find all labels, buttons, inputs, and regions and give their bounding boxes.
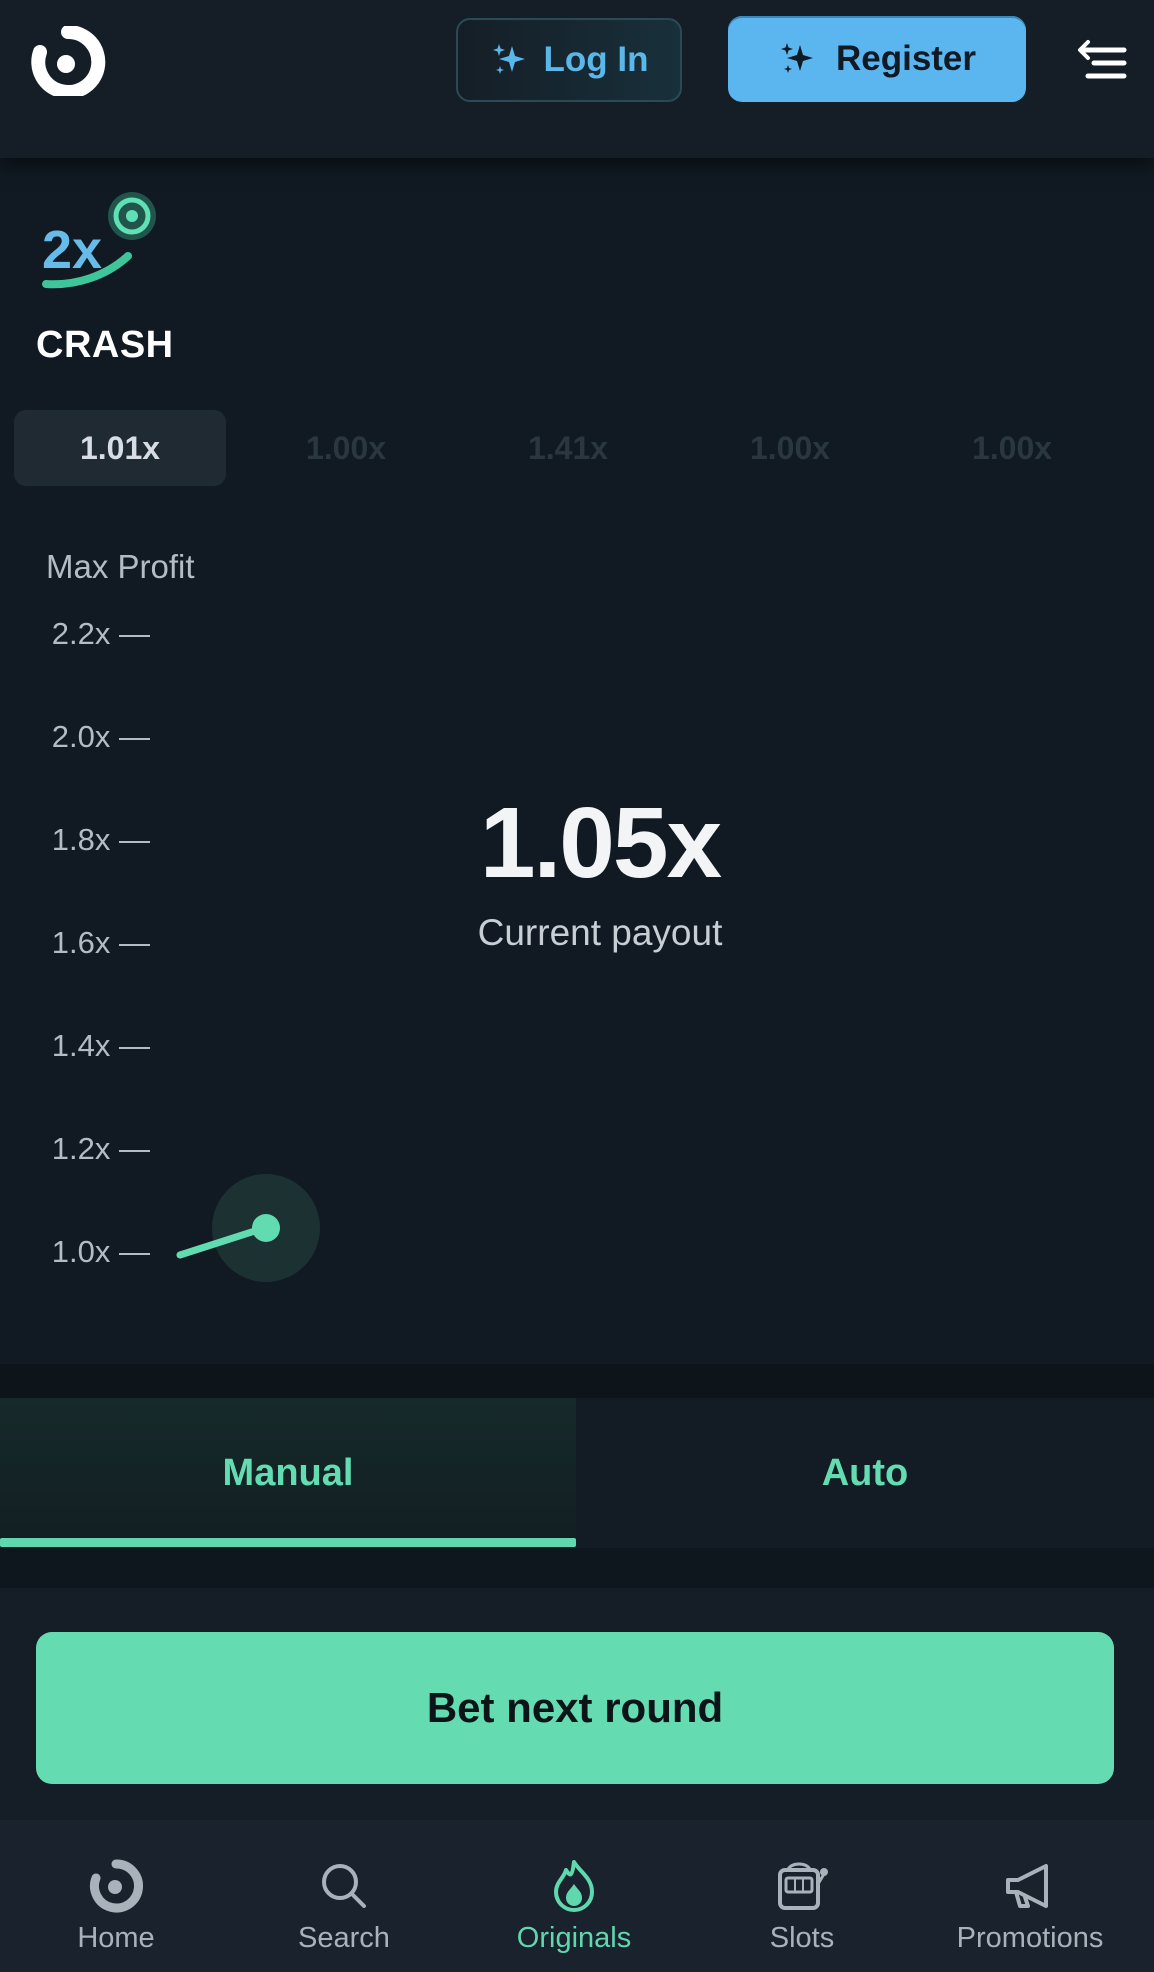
curve-head xyxy=(252,1214,280,1242)
nav-search[interactable]: Search xyxy=(244,1820,444,1972)
nav-home[interactable]: Home xyxy=(16,1820,216,1972)
slot-machine-icon xyxy=(778,1862,828,1910)
nav-promotions[interactable]: Promotions xyxy=(930,1820,1130,1972)
nav-originals[interactable]: Originals xyxy=(474,1820,674,1972)
brand-logo-icon[interactable] xyxy=(30,26,106,96)
axis-tick: 1.6x — xyxy=(51,925,150,960)
current-payout-label: Current payout xyxy=(477,912,723,953)
tab-auto[interactable]: Auto xyxy=(576,1398,1154,1548)
home-icon xyxy=(90,1859,143,1913)
search-icon xyxy=(322,1864,366,1908)
nav-slots[interactable]: Slots xyxy=(702,1820,902,1972)
history-item[interactable]: 1.01x xyxy=(14,410,226,486)
crash-curve xyxy=(176,1174,320,1282)
history-item[interactable]: 1.00x xyxy=(912,410,1112,486)
history-item[interactable]: 1.00x xyxy=(246,410,446,486)
game-icon-text: 2x xyxy=(42,220,102,280)
bet-next-round-button[interactable]: Bet next round xyxy=(36,1632,1114,1784)
menu-icon[interactable] xyxy=(1076,38,1128,84)
tabs-separator xyxy=(0,1364,1154,1398)
top-header: Log In Register xyxy=(0,0,1154,158)
active-tab-indicator xyxy=(0,1538,576,1547)
login-button[interactable]: Log In xyxy=(456,18,682,102)
history-item[interactable]: 1.00x xyxy=(690,410,890,486)
max-profit-label: Max Profit xyxy=(46,548,195,585)
register-button[interactable]: Register xyxy=(728,16,1026,102)
nav-slots-label: Slots xyxy=(769,1922,835,1954)
register-label: Register xyxy=(835,39,977,78)
sparkle-icon xyxy=(492,44,525,74)
tabs-footer xyxy=(0,1548,1154,1588)
axis-tick: 2.2x — xyxy=(51,616,150,651)
sparkle-icon xyxy=(780,43,813,73)
axis-tick: 1.4x — xyxy=(51,1028,150,1063)
axis-tick: 1.2x — xyxy=(51,1131,150,1166)
nav-search-label: Search xyxy=(298,1922,390,1954)
crash-game-icon: 2x xyxy=(42,192,156,289)
megaphone-icon xyxy=(1006,1864,1048,1908)
bottom-navigation: Home Search Originals Slots Promotions xyxy=(0,1820,1154,1972)
nav-originals-label: Originals xyxy=(516,1922,632,1954)
axis-tick: 1.8x — xyxy=(51,822,150,857)
current-payout-value: 1.05x xyxy=(479,787,722,899)
axis-tick: 1.0x — xyxy=(51,1234,150,1269)
flame-icon xyxy=(554,1860,594,1912)
nav-home-label: Home xyxy=(77,1922,155,1954)
nav-promotions-label: Promotions xyxy=(956,1922,1104,1954)
history-item[interactable]: 1.41x xyxy=(468,410,668,486)
game-title: CRASH xyxy=(36,324,174,366)
login-label: Log In xyxy=(543,40,649,79)
multiplier-history: 1.01x 1.00x 1.41x 1.00x 1.00x xyxy=(14,410,1144,486)
axis-tick: 2.0x — xyxy=(51,719,150,754)
tab-manual[interactable]: Manual xyxy=(0,1398,576,1548)
